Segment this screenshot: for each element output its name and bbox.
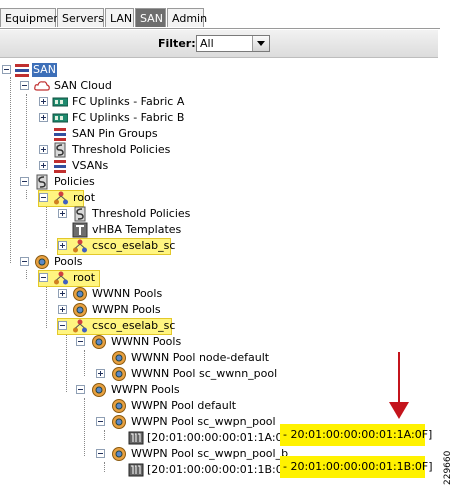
pool-icon (91, 382, 107, 398)
collapse-toggle[interactable] (2, 65, 11, 74)
collapse-toggle[interactable] (39, 273, 48, 282)
tree-node-label: SAN Cloud (54, 79, 112, 92)
pool-icon (111, 350, 127, 366)
tree-node-label: WWNN Pool node-default (131, 351, 270, 364)
tree-connector (46, 286, 47, 328)
tree-node-label: SAN (32, 63, 57, 77)
tree-node-label: WWPN Pool sc_wwpn_pool_b (131, 447, 289, 460)
tree-connector (84, 398, 85, 456)
tree-node-pools-root[interactable]: root (38, 270, 100, 287)
tree-connector (26, 94, 27, 168)
collapse-toggle[interactable] (96, 417, 105, 426)
expand-toggle[interactable] (58, 305, 67, 314)
pool-icon (111, 414, 127, 430)
tree-node-label: Policies (54, 175, 95, 188)
tree-connector (104, 462, 105, 472)
expand-toggle[interactable] (39, 97, 48, 106)
tree-node-label: FC Uplinks - Fabric A (72, 95, 185, 108)
tree-node-pools-csco-eselab-sc[interactable]: csco_eselab_sc (57, 318, 175, 335)
collapse-toggle[interactable] (20, 81, 29, 90)
tree-node-label: FC Uplinks - Fabric B (72, 111, 185, 124)
org-icon (72, 318, 88, 334)
wwpn-block-end-highlight: - 20:01:00:00:00:01:1A:0F] (280, 424, 432, 446)
threshold-icon (52, 142, 68, 158)
collapse-toggle[interactable] (76, 337, 85, 346)
tree-node-label: Threshold Policies (92, 207, 191, 220)
expand-toggle[interactable] (39, 113, 48, 122)
cloud-icon (34, 78, 50, 94)
expand-toggle[interactable] (58, 289, 67, 298)
tree-node-label: Threshold Policies (72, 143, 171, 156)
tree-node-label: csco_eselab_sc (92, 319, 176, 332)
tree-node-label: WWPN Pools (92, 303, 161, 316)
tree-node-label: root (73, 271, 96, 284)
tree-node-label: vHBA Templates (92, 223, 182, 236)
pool-icon (72, 302, 88, 318)
pool-icon (91, 334, 107, 350)
tree-node-label: Pools (54, 255, 83, 268)
collapse-toggle[interactable] (20, 177, 29, 186)
collapse-toggle[interactable] (96, 449, 105, 458)
tree-node-label: root (73, 191, 96, 204)
san-icon (14, 62, 30, 78)
figure-id: 229660 (443, 450, 453, 485)
org-icon (72, 238, 88, 254)
expand-toggle[interactable] (58, 209, 67, 218)
pool-icon (111, 398, 127, 414)
tree-node-label: VSANs (72, 159, 109, 172)
tree-node-policies-csco-eselab-sc[interactable]: csco_eselab_sc (57, 238, 175, 255)
pin-group-icon (52, 126, 68, 142)
annotation-arrow-shaft (398, 352, 400, 404)
pool-icon (34, 254, 50, 270)
pool-icon (111, 446, 127, 462)
tree-node-label: WWNN Pool sc_wwnn_pool (131, 367, 278, 380)
vertical-scrollbar[interactable] (438, 30, 454, 487)
annotation-arrow-head (389, 402, 409, 419)
wwpn-block-start: [20:01:00:00:00:01:1A:00 (147, 431, 290, 444)
wwpn-block-end-highlight: - 20:01:00:00:00:01:1B:0F] (280, 456, 433, 478)
policy-icon (34, 174, 50, 190)
vsan-icon (52, 158, 68, 174)
block-icon (128, 430, 144, 446)
collapse-toggle[interactable] (58, 321, 67, 330)
tree-node-label: WWNN Pools (92, 287, 163, 300)
expand-toggle[interactable] (58, 241, 67, 250)
tree-node-label: WWPN Pool sc_wwpn_pool (131, 415, 276, 428)
threshold-icon (72, 206, 88, 222)
tree-connector (84, 350, 85, 376)
org-icon (53, 270, 69, 286)
expand-toggle[interactable] (39, 161, 48, 170)
collapse-toggle[interactable] (20, 257, 29, 266)
tree-connector (46, 206, 47, 248)
tree-node-label: csco_eselab_sc (92, 239, 176, 252)
org-icon (53, 190, 69, 206)
tree-connector (104, 430, 105, 440)
wwpn-block-start: [20:01:00:00:00:01:1B:00 (147, 463, 290, 476)
block-icon (128, 462, 144, 478)
tree-connector (10, 77, 11, 263)
fc-uplink-icon (52, 110, 69, 126)
expand-toggle[interactable] (39, 145, 48, 154)
expand-toggle[interactable] (96, 369, 105, 378)
pool-icon (111, 366, 127, 382)
san-tree: SAN SAN Cloud FC Uplinks - Fabric A FC U… (0, 0, 440, 487)
fc-uplink-icon (52, 94, 69, 110)
tree-node-policies-root[interactable]: root (38, 190, 95, 207)
tree-connector (26, 270, 27, 279)
tree-node-label: WWNN Pools (111, 335, 182, 348)
template-icon (72, 222, 88, 238)
tree-node-label: SAN Pin Groups (72, 127, 158, 140)
tree-connector (26, 190, 27, 199)
tree-node-label: WWPN Pools (111, 383, 180, 396)
tree-node-label: WWPN Pool default (131, 399, 237, 412)
collapse-toggle[interactable] (76, 385, 85, 394)
collapse-toggle[interactable] (39, 193, 48, 202)
tree-connector (66, 334, 67, 392)
pool-icon (72, 286, 88, 302)
